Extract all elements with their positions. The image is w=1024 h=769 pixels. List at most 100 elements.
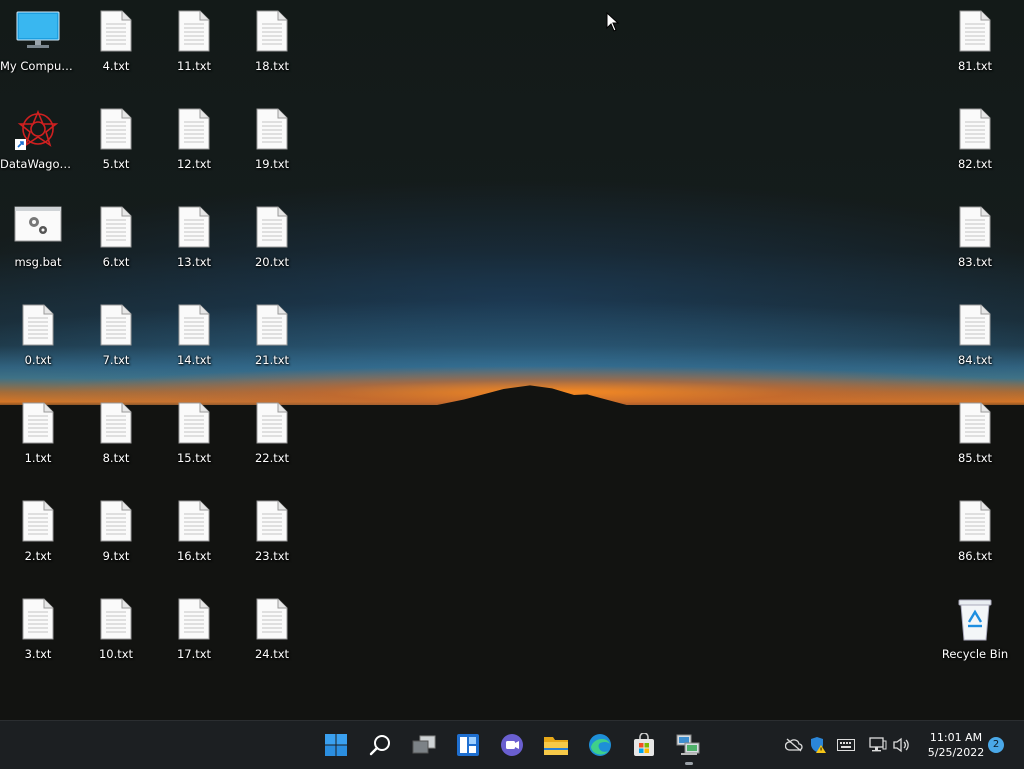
desktop-icon-file-23[interactable]: 23.txt [234, 500, 310, 563]
desktop-icon-file-24[interactable]: 24.txt [234, 598, 310, 661]
system-clock[interactable]: 11:01 AM 5/25/2022 [918, 730, 994, 760]
file-explorer-button[interactable] [538, 727, 574, 763]
icon-label: 21.txt [254, 353, 290, 367]
desktop-icon-file-86[interactable]: 86.txt [937, 500, 1013, 563]
desktop-icon-file-7[interactable]: 7.txt [78, 304, 154, 367]
icon-label: 2.txt [24, 549, 52, 563]
text-file-icon [234, 206, 310, 252]
text-file-icon [156, 206, 232, 252]
icon-label: 86.txt [957, 549, 993, 563]
desktop-icon-file-18[interactable]: 18.txt [234, 10, 310, 73]
store-button[interactable] [626, 727, 662, 763]
desktop-icon-datawagon[interactable]: DataWagon... [0, 108, 76, 171]
desktop-icon-file-2[interactable]: 2.txt [0, 500, 76, 563]
desktop-icon-file-10[interactable]: 10.txt [78, 598, 154, 661]
folder-icon [544, 737, 568, 755]
chat-button[interactable] [494, 727, 530, 763]
text-file-icon [0, 402, 76, 448]
text-file-icon [937, 206, 1013, 252]
desktop-icon-file-81[interactable]: 81.txt [937, 10, 1013, 73]
text-file-icon [937, 304, 1013, 350]
text-file-icon [234, 10, 310, 56]
icon-label: 15.txt [176, 451, 212, 465]
widgets-button[interactable] [450, 727, 486, 763]
desktop-icon-file-14[interactable]: 14.txt [156, 304, 232, 367]
text-file-icon [937, 10, 1013, 56]
icon-label: My Computer [0, 59, 76, 73]
icon-label: 18.txt [254, 59, 290, 73]
desktop-icon-file-11[interactable]: 11.txt [156, 10, 232, 73]
desktop-icon-file-85[interactable]: 85.txt [937, 402, 1013, 465]
text-file-icon [156, 108, 232, 154]
desktop-icon-file-6[interactable]: 6.txt [78, 206, 154, 269]
icon-label: 6.txt [102, 255, 130, 269]
taskbar: 11:01 AM 5/25/2022 2 [0, 720, 1024, 769]
icon-label: 24.txt [254, 647, 290, 661]
text-file-icon [156, 598, 232, 644]
icon-label: 0.txt [24, 353, 52, 367]
desktop-icon-my-computer[interactable]: My Computer [0, 10, 76, 73]
desktop-icon-file-20[interactable]: 20.txt [234, 206, 310, 269]
clock-date: 5/25/2022 [927, 746, 985, 759]
task-view-icon [412, 735, 436, 754]
desktop-icon-file-4[interactable]: 4.txt [78, 10, 154, 73]
desktop-icon-file-8[interactable]: 8.txt [78, 402, 154, 465]
icon-label: 23.txt [254, 549, 290, 563]
text-file-icon [78, 206, 154, 252]
desktop-icon-file-19[interactable]: 19.txt [234, 108, 310, 171]
icon-label: 83.txt [957, 255, 993, 269]
notification-badge[interactable]: 2 [988, 737, 1004, 753]
icon-label: 1.txt [24, 451, 52, 465]
keyboard-icon[interactable] [836, 735, 856, 755]
search-button[interactable] [362, 727, 398, 763]
icon-label: 14.txt [176, 353, 212, 367]
clock-time: 11:01 AM [929, 731, 983, 744]
desktop-icon-file-0[interactable]: 0.txt [0, 304, 76, 367]
text-file-icon [0, 500, 76, 546]
security-warning-icon[interactable] [808, 735, 828, 755]
desktop-icon-file-82[interactable]: 82.txt [937, 108, 1013, 171]
task-view-button[interactable] [406, 727, 442, 763]
icon-label: Recycle Bin [941, 647, 1009, 661]
network-app-button[interactable] [670, 727, 706, 763]
store-icon [634, 733, 654, 756]
widgets-icon [457, 734, 479, 756]
desktop-icon-msg-bat[interactable]: msg.bat [0, 206, 76, 269]
recycle-bin-icon [937, 598, 1013, 644]
desktop-icon-file-5[interactable]: 5.txt [78, 108, 154, 171]
monitor-icon [0, 10, 76, 56]
icon-label: 82.txt [957, 157, 993, 171]
start-button[interactable] [318, 727, 354, 763]
icon-label: 85.txt [957, 451, 993, 465]
desktop-icon-file-15[interactable]: 15.txt [156, 402, 232, 465]
desktop-icon-file-12[interactable]: 12.txt [156, 108, 232, 171]
desktop-icon-file-22[interactable]: 22.txt [234, 402, 310, 465]
text-file-icon [234, 598, 310, 644]
text-file-icon [156, 402, 232, 448]
icon-label: 84.txt [957, 353, 993, 367]
desktop-icon-file-16[interactable]: 16.txt [156, 500, 232, 563]
icon-label: msg.bat [14, 255, 62, 269]
desktop-icon-recycle-bin[interactable]: Recycle Bin [937, 598, 1013, 661]
text-file-icon [78, 304, 154, 350]
icon-label: 20.txt [254, 255, 290, 269]
search-icon [369, 735, 390, 756]
desktop-icon-file-17[interactable]: 17.txt [156, 598, 232, 661]
edge-button[interactable] [582, 727, 618, 763]
text-file-icon [234, 500, 310, 546]
text-file-icon [234, 304, 310, 350]
desktop-icon-file-83[interactable]: 83.txt [937, 206, 1013, 269]
text-file-icon [937, 108, 1013, 154]
icon-label: 81.txt [957, 59, 993, 73]
icon-label: 9.txt [102, 549, 130, 563]
volume-icon[interactable] [892, 735, 912, 755]
icon-label: 22.txt [254, 451, 290, 465]
onedrive-offline-icon[interactable] [784, 735, 804, 755]
desktop-icon-file-84[interactable]: 84.txt [937, 304, 1013, 367]
desktop-icon-file-21[interactable]: 21.txt [234, 304, 310, 367]
network-icon[interactable] [868, 735, 888, 755]
desktop-icon-file-9[interactable]: 9.txt [78, 500, 154, 563]
desktop-icon-file-3[interactable]: 3.txt [0, 598, 76, 661]
desktop-icon-file-1[interactable]: 1.txt [0, 402, 76, 465]
desktop-icon-file-13[interactable]: 13.txt [156, 206, 232, 269]
